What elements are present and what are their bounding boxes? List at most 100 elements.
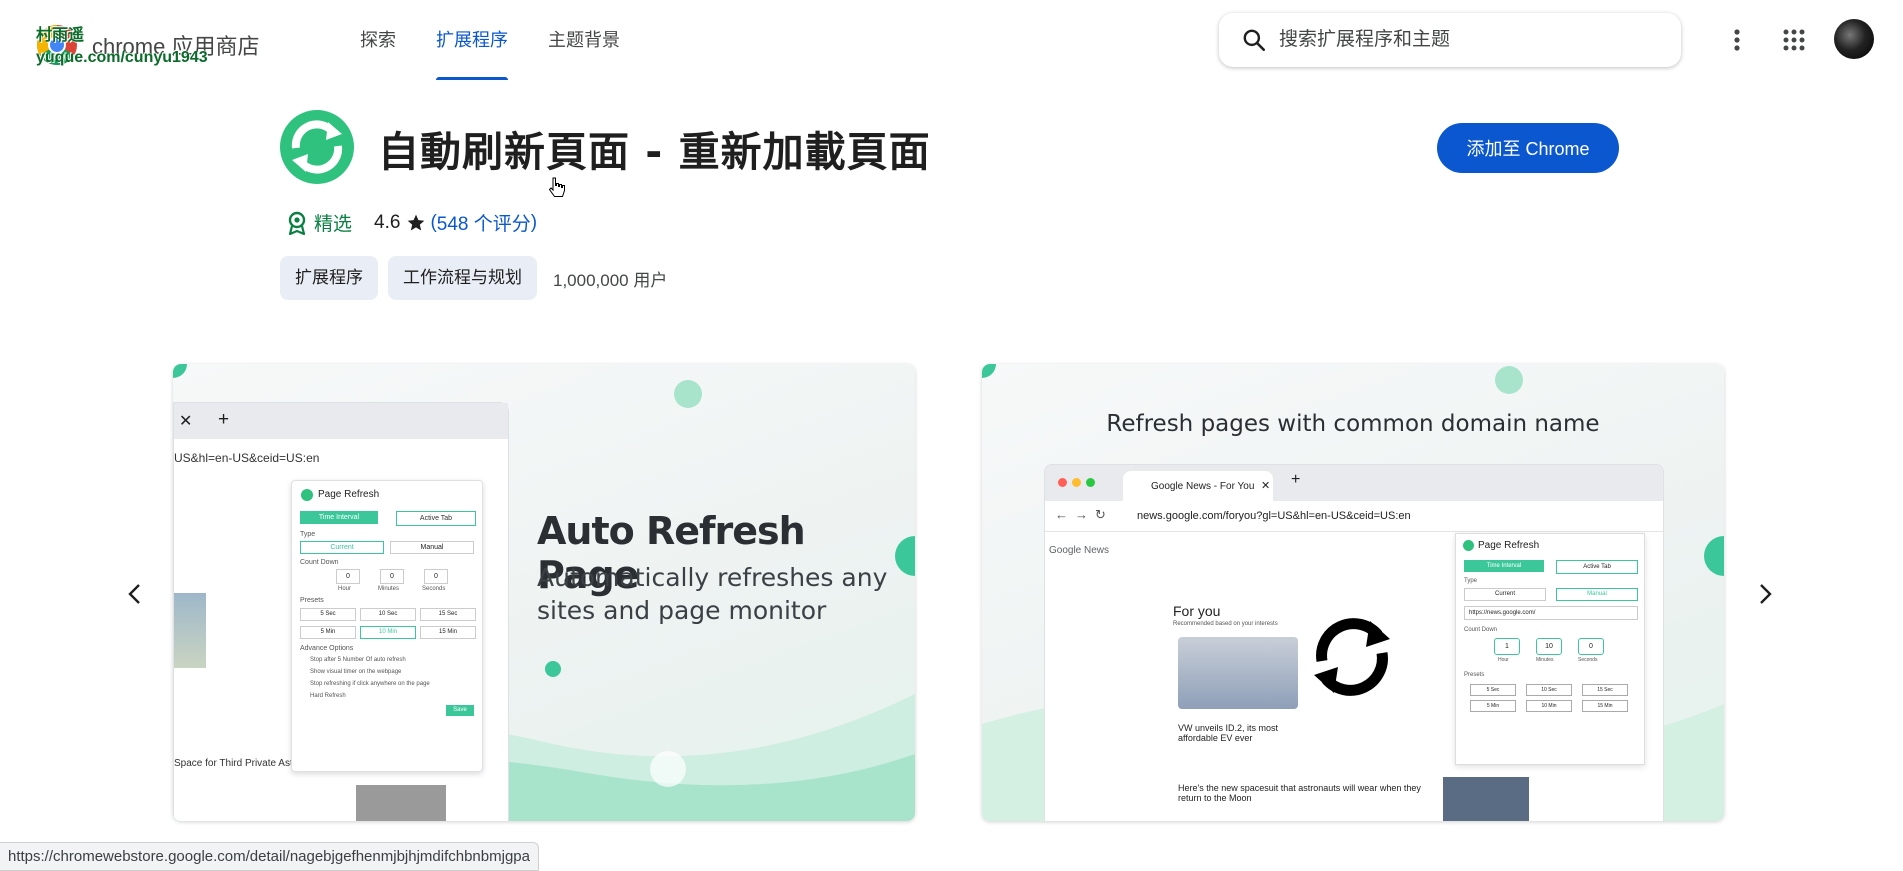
popup-preset: 15 Min [420, 626, 476, 639]
watermark: 村雨遥 yuque.com/cunyu1943 [36, 25, 208, 69]
popup-logo-icon [301, 489, 313, 501]
add-to-chrome-button[interactable]: 添加至 Chrome [1437, 123, 1619, 173]
slide1-news-image [174, 593, 206, 668]
slide2-url: news.google.com/foryou?gl=US&hl=en-US&ce… [1137, 510, 1411, 522]
new-tab-icon: + [218, 409, 230, 430]
tab-themes[interactable]: 主题背景 [528, 0, 640, 80]
popup-save: Save [446, 705, 474, 716]
reviews-link[interactable]: 548 个评分 [437, 209, 531, 236]
popup2-tab-interval: Time Interval [1464, 560, 1544, 572]
search-input[interactable] [1277, 28, 1661, 52]
chip-workflow-planning[interactable]: 工作流程与规划 [388, 256, 537, 300]
popup-preset: 10 Sec [360, 608, 416, 621]
tab-extensions[interactable]: 扩展程序 [416, 0, 528, 80]
popup-seconds-unit: Seconds [422, 586, 446, 592]
popup-minutes-unit: Minutes [378, 586, 400, 592]
popup2-minutes: 10 [1536, 638, 1562, 655]
popup-tab-interval: Time Interval [300, 511, 378, 524]
popup-title: Page Refresh [318, 489, 380, 500]
forward-icon: → [1075, 507, 1088, 522]
popup2-preset: 5 Min [1470, 700, 1516, 712]
popup2-url-input: https://news.google.com/ [1464, 606, 1638, 620]
story-2-title: Here's the new spacesuit that astronauts… [1178, 783, 1421, 803]
popup-advance-option: Show visual timer on the webpage [310, 669, 402, 675]
apps-grid-icon[interactable] [1774, 20, 1814, 60]
popup2-type-manual: Manual [1556, 588, 1638, 601]
popup2-seconds-unit: Seconds [1578, 657, 1598, 663]
popup2-minutes-unit: Minutes [1536, 657, 1554, 663]
slide2-toolbar: ← → ↻ news.google.com/foryou?gl=US&hl=en… [1045, 501, 1663, 532]
mouse-cursor-icon [548, 176, 566, 205]
slide2-heading: Refresh pages with common domain name [1106, 411, 1600, 437]
slide2-tab: Google News - For You ✕ [1123, 471, 1273, 501]
extension-refresh-icon [278, 108, 356, 191]
slide1-tabstrip: ✕ + [174, 403, 508, 439]
popup-type-current: Current [300, 541, 384, 554]
for-you-sub: Recommended based on your interests [1173, 621, 1278, 627]
extension-meta: 精选 4.6 ( 548 个评分 ) [286, 209, 537, 236]
search-icon[interactable] [1241, 27, 1267, 53]
tab-close-icon: ✕ [1261, 480, 1271, 492]
featured-label: 精选 [314, 214, 353, 235]
carousel-next-button[interactable] [1746, 574, 1786, 614]
popup-hour-unit: Hour [338, 586, 352, 592]
new-tab-icon: + [1291, 471, 1301, 488]
popup2-preset: 15 Min [1582, 700, 1628, 712]
popup-countdown-label: Count Down [300, 559, 339, 566]
popup2-countdown-label: Count Down [1464, 627, 1498, 633]
chip-extensions[interactable]: 扩展程序 [280, 256, 378, 300]
popup2-hour: 1 [1494, 638, 1520, 655]
popup-hour: 0 [336, 569, 360, 584]
popup2-presets-label: Presets [1464, 672, 1485, 678]
screenshot-slide-1[interactable]: ✕ + US&hl=en-US&ceid=US:en Space for Thi… [173, 364, 915, 821]
story-2-image [1443, 777, 1529, 821]
popup-tab-active: Active Tab [396, 511, 476, 526]
popup-advance-option: Hard Refresh [310, 693, 346, 699]
window-close-dot [1058, 478, 1067, 487]
popup-seconds: 0 [424, 569, 448, 584]
slide1-url: US&hl=en-US&ceid=US:en [174, 451, 320, 465]
watermark-line2: yuque.com/cunyu1943 [36, 49, 208, 66]
slide1-news-image-2 [356, 785, 446, 821]
slide1-popup: Page Refresh Time Interval Active Tab Ty… [291, 480, 483, 772]
popup-preset: 15 Sec [420, 608, 476, 621]
popup-type-label: Type [300, 531, 316, 538]
popup2-preset: 10 Min [1526, 700, 1572, 712]
popup2-preset: 15 Sec [1582, 684, 1628, 696]
popup2-type-label: Type [1464, 578, 1478, 584]
category-chips: 扩展程序 工作流程与规划 1,000,000 用户 [280, 256, 667, 300]
search-box[interactable] [1219, 13, 1681, 67]
popup-advance-option: Stop after 5 Number Of auto refresh [310, 657, 406, 663]
featured-badge-icon [286, 211, 308, 235]
slide2-tabstrip: Google News - For You ✕ + [1045, 465, 1663, 501]
close-icon: ✕ [179, 413, 193, 430]
popup-preset: 10 Min [360, 626, 416, 639]
carousel-prev-button[interactable] [114, 574, 154, 614]
popup-preset: 5 Min [300, 626, 356, 639]
more-vert-icon[interactable] [1717, 20, 1757, 60]
window-max-dot [1086, 478, 1095, 487]
slide2-tab-title: Google News - For You [1151, 481, 1255, 492]
popup-advance-label: Advance Options [300, 645, 354, 652]
popup2-title: Page Refresh [1478, 540, 1540, 551]
story-image [1178, 637, 1298, 709]
popup2-preset: 5 Sec [1470, 684, 1516, 696]
reviews-close-paren: ) [530, 211, 538, 233]
avatar[interactable] [1834, 19, 1874, 59]
screenshot-slide-2[interactable]: Refresh pages with common domain name Go… [982, 364, 1724, 821]
google-news-logo: Google News [1049, 545, 1110, 556]
popup-advance-option: Stop refreshing if click anywhere on the… [310, 681, 430, 687]
popup2-tab-active: Active Tab [1556, 560, 1638, 574]
story-1-title: VW unveils ID.2, its most affordable EV … [1178, 723, 1279, 743]
popup2-seconds: 0 [1578, 638, 1604, 655]
watermark-line1: 村雨遥 [36, 27, 85, 44]
popup2-preset: 10 Sec [1526, 684, 1572, 696]
reload-icon: ↻ [1095, 507, 1106, 522]
user-count: 1,000,000 用户 [553, 270, 668, 290]
popup2-type-current: Current [1464, 588, 1546, 601]
tab-explore[interactable]: 探索 [340, 0, 416, 80]
big-refresh-icon [1304, 609, 1400, 710]
link-status-bar: https://chromewebstore.google.com/detail… [0, 842, 539, 871]
popup-preset: 5 Sec [300, 608, 356, 621]
slide1-subheading: Automatically refreshes any sites and pa… [537, 563, 888, 625]
